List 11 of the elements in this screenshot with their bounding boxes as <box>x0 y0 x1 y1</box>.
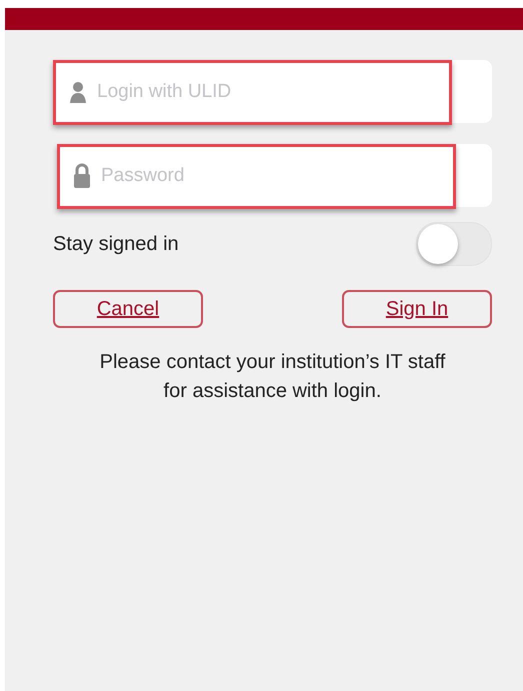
login-field[interactable]: Login with ULID <box>53 60 492 123</box>
action-button[interactable]: Cancel <box>53 290 203 328</box>
text-input[interactable]: Password <box>99 164 403 188</box>
text-input[interactable]: Login with ULID <box>95 80 399 104</box>
help-text: Please contact your institution’s IT staff for assistance with login. <box>98 350 446 404</box>
person-icon <box>69 80 87 102</box>
action-button[interactable]: Sign In <box>342 290 492 328</box>
stay-signed-in-label: Stay signed in <box>53 232 179 256</box>
toggle-switch[interactable] <box>416 222 492 266</box>
password-field[interactable]: Password <box>57 144 492 207</box>
lock-icon <box>73 162 91 188</box>
